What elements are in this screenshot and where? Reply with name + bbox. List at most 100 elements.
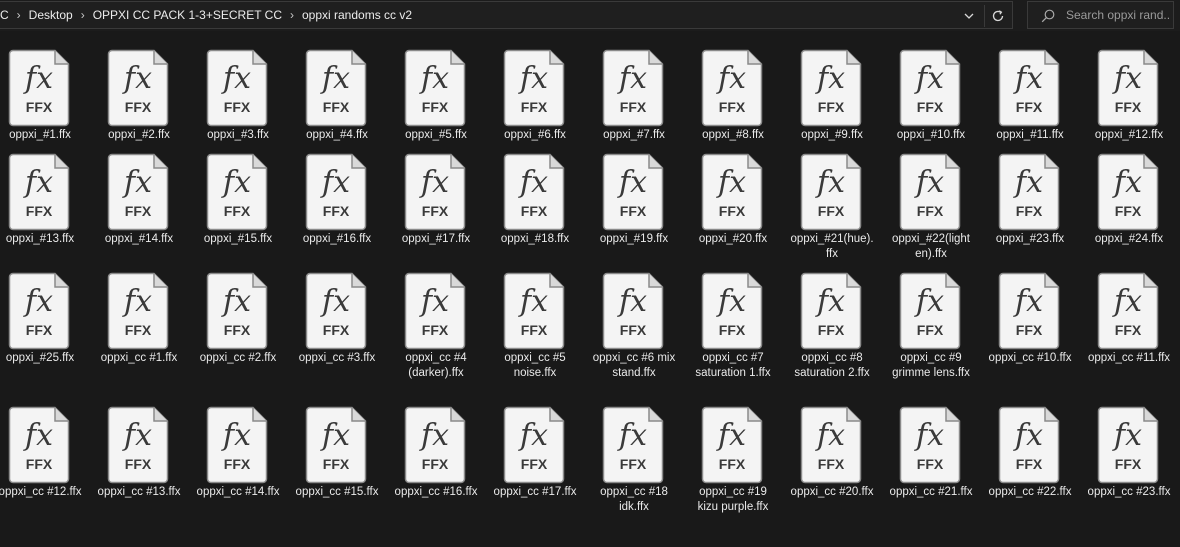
- file-type-label: FFX: [620, 203, 647, 219]
- file-type-label: FFX: [125, 322, 152, 338]
- file-name: oppxi_cc #17.ffx: [493, 486, 577, 498]
- fx-glyph: fx: [1013, 165, 1043, 200]
- fx-glyph: fx: [518, 418, 548, 453]
- fx-glyph: fx: [815, 284, 845, 319]
- ffx-file-icon: fx FFX: [305, 49, 367, 127]
- file-name: oppxi_#2.ffx: [108, 129, 170, 141]
- file-type-label: FFX: [125, 203, 152, 219]
- file-type-label: FFX: [917, 322, 944, 338]
- file-type-label: FFX: [1016, 322, 1043, 338]
- file-name: oppxi_cc #10.ffx: [988, 352, 1072, 364]
- ffx-file-icon: fx FFX: [107, 49, 169, 127]
- file-name: oppxi_cc #14.ffx: [196, 486, 280, 498]
- file-type-label: FFX: [1115, 203, 1142, 219]
- file-name: oppxi_#22(lighten).ffx: [891, 233, 970, 260]
- file-name: oppxi_#4.ffx: [306, 129, 368, 141]
- file-name: oppxi_cc #12.ffx: [0, 486, 82, 498]
- ffx-file-icon: fx FFX: [107, 406, 169, 484]
- fx-glyph: fx: [815, 61, 845, 96]
- fx-glyph: fx: [1112, 165, 1142, 200]
- file-type-label: FFX: [323, 322, 350, 338]
- file-type-label: FFX: [917, 99, 944, 115]
- ffx-file-icon: fx FFX: [701, 272, 763, 350]
- ffx-file-icon: fx FFX: [800, 272, 862, 350]
- ffx-file-icon: fx FFX: [800, 49, 862, 127]
- file-name: oppxi_cc #9 grimme lens.ffx: [892, 352, 970, 379]
- ffx-file-icon: fx FFX: [602, 406, 664, 484]
- file-type-label: FFX: [1016, 99, 1043, 115]
- file-name: oppxi_cc #2.ffx: [199, 352, 277, 364]
- file-name: oppxi_#19.ffx: [599, 233, 669, 245]
- file-name: oppxi_#21(hue).ffx: [790, 233, 874, 260]
- fx-glyph: fx: [815, 418, 845, 453]
- fx-glyph: fx: [1112, 284, 1142, 319]
- fx-glyph: fx: [122, 165, 152, 200]
- ffx-file-icon: fx FFX: [305, 272, 367, 350]
- file-name: oppxi_cc #4 (darker).ffx: [405, 352, 467, 379]
- file-type-label: FFX: [620, 456, 647, 472]
- ffx-file-icon: fx FFX: [206, 406, 268, 484]
- file-name: oppxi_cc #22.ffx: [988, 486, 1072, 498]
- file-name: oppxi_#7.ffx: [603, 129, 665, 141]
- ffx-file-icon: fx FFX: [602, 272, 664, 350]
- file-name: oppxi_#20.ffx: [698, 233, 768, 245]
- fx-glyph: fx: [320, 165, 350, 200]
- ffx-file-icon: fx FFX: [998, 153, 1060, 231]
- ffx-file-icon: fx FFX: [899, 49, 961, 127]
- fx-glyph: fx: [221, 284, 251, 319]
- file-type-label: FFX: [125, 456, 152, 472]
- fx-glyph: fx: [419, 61, 449, 96]
- fx-glyph: fx: [617, 61, 647, 96]
- file-type-label: FFX: [818, 99, 845, 115]
- file-type-label: FFX: [224, 99, 251, 115]
- file-type-label: FFX: [422, 99, 449, 115]
- ffx-file-icon: fx FFX: [8, 153, 70, 231]
- file-name: oppxi_cc #13.ffx: [97, 486, 181, 498]
- ffx-file-icon: fx FFX: [998, 49, 1060, 127]
- file-grid: fx FFX oppxi_#1.ffx fx FFX oppxi_#2.ffx fx FFX o…: [0, 0, 1180, 547]
- file-type-label: FFX: [1016, 456, 1043, 472]
- ffx-file-icon: fx FFX: [503, 153, 565, 231]
- file-type-label: FFX: [521, 456, 548, 472]
- file-type-label: FFX: [224, 322, 251, 338]
- file-type-label: FFX: [1016, 203, 1043, 219]
- file-type-label: FFX: [125, 99, 152, 115]
- fx-glyph: fx: [518, 61, 548, 96]
- file-type-label: FFX: [521, 322, 548, 338]
- ffx-file-icon: fx FFX: [404, 49, 466, 127]
- ffx-file-icon: fx FFX: [107, 153, 169, 231]
- file-name: oppxi_cc #19 kizu purple.ffx: [697, 486, 769, 513]
- file-type-label: FFX: [1115, 322, 1142, 338]
- file-type-label: FFX: [26, 203, 53, 219]
- file-type-label: FFX: [917, 203, 944, 219]
- file-type-label: FFX: [719, 456, 746, 472]
- ffx-file-icon: fx FFX: [503, 272, 565, 350]
- fx-glyph: fx: [122, 418, 152, 453]
- file-name: oppxi_#16.ffx: [302, 233, 372, 245]
- fx-glyph: fx: [122, 284, 152, 319]
- ffx-file-icon: fx FFX: [701, 153, 763, 231]
- file-type-label: FFX: [323, 203, 350, 219]
- file-type-label: FFX: [26, 322, 53, 338]
- file-name: oppxi_cc #1.ffx: [100, 352, 178, 364]
- file-name: oppxi_#14.ffx: [104, 233, 174, 245]
- file-type-label: FFX: [719, 99, 746, 115]
- file-name: oppxi_#5.ffx: [405, 129, 467, 141]
- file-type-label: FFX: [620, 99, 647, 115]
- ffx-file-icon: fx FFX: [1097, 406, 1159, 484]
- ffx-file-icon: fx FFX: [8, 406, 70, 484]
- file-type-label: FFX: [521, 99, 548, 115]
- ffx-file-icon: fx FFX: [8, 272, 70, 350]
- file-type-label: FFX: [323, 456, 350, 472]
- fx-glyph: fx: [1112, 418, 1142, 453]
- fx-glyph: fx: [1013, 418, 1043, 453]
- ffx-file-icon: fx FFX: [503, 49, 565, 127]
- file-name: oppxi_cc #15.ffx: [295, 486, 379, 498]
- ffx-file-icon: fx FFX: [404, 272, 466, 350]
- fx-glyph: fx: [617, 165, 647, 200]
- fx-glyph: fx: [914, 61, 944, 96]
- fx-glyph: fx: [23, 165, 53, 200]
- file-name: oppxi_#6.ffx: [504, 129, 566, 141]
- file-name: oppxi_cc #21.ffx: [889, 486, 973, 498]
- fx-glyph: fx: [320, 284, 350, 319]
